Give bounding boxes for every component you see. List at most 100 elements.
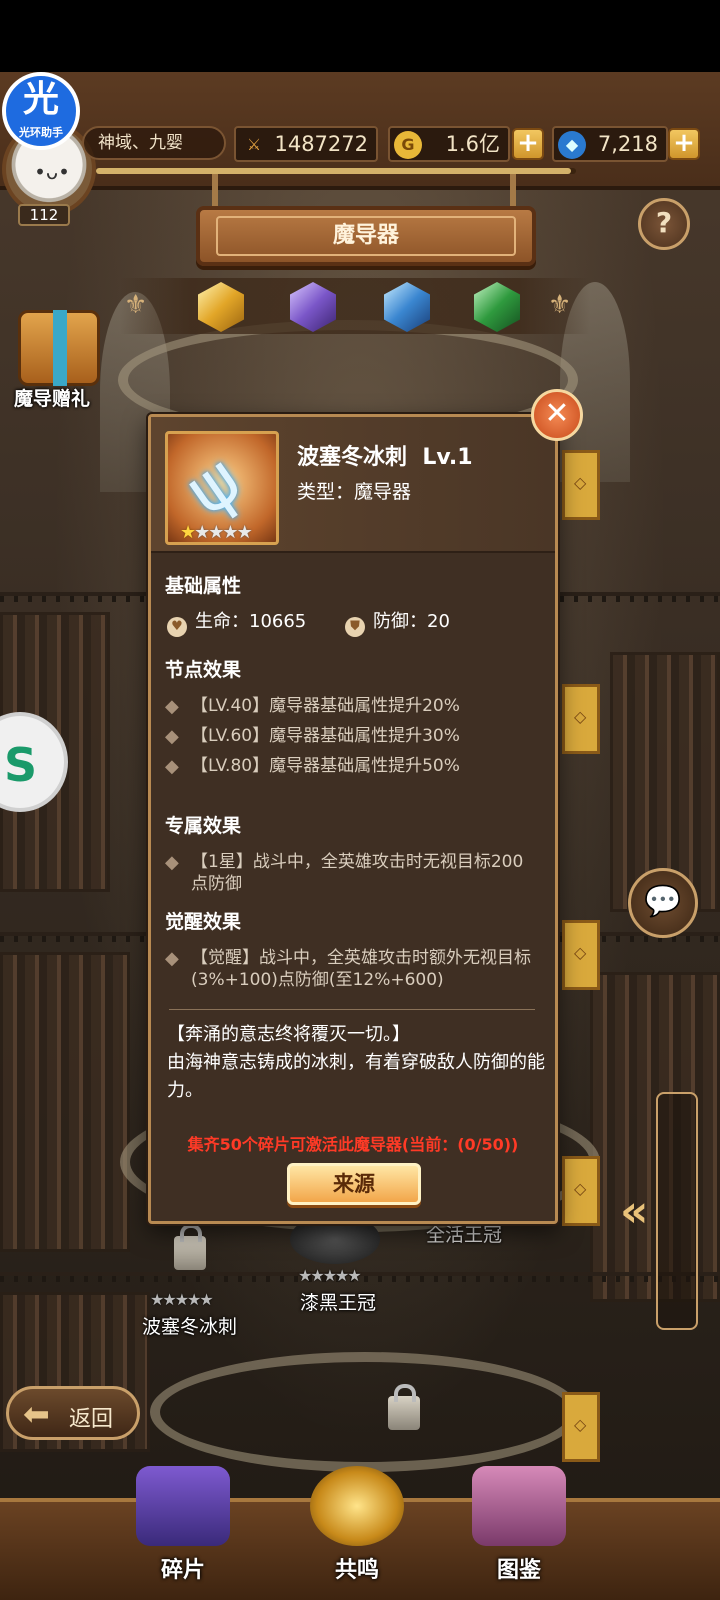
helper-app-icon[interactable]: 光 光环助手 xyxy=(2,72,80,150)
nav-codex[interactable]: 图鉴 xyxy=(454,1456,584,1600)
item-level: Lv.1 xyxy=(422,445,473,470)
section-exclusive-title: 专属效果 xyxy=(165,815,242,837)
item-title: 波塞冬冰刺 Lv.1 xyxy=(297,439,473,471)
back-button[interactable]: ⬅ 返回 xyxy=(6,1386,140,1440)
lock-icon xyxy=(388,1384,420,1430)
node-effect: ◆ 【LV.60】魔导器基础属性提升30% xyxy=(165,725,545,747)
banner xyxy=(562,1392,600,1462)
railing xyxy=(0,1272,720,1282)
stat-hp: ♥ 生命：10665 xyxy=(167,607,306,637)
plaque-rope xyxy=(510,174,516,210)
item-stars: ★★★★★ xyxy=(150,1290,214,1309)
heart-icon: ♥ xyxy=(167,617,187,637)
modal-header: ψ ★★★★★ 波塞冬冰刺 Lv.1 类型：魔导器 xyxy=(151,417,555,553)
star-empty-icon: ★ xyxy=(194,522,210,543)
exclusive-effect: ◆ 【1星】战斗中，全英雄攻击时无视目标200点防御 xyxy=(165,851,535,895)
item-type: 类型：魔导器 xyxy=(297,481,412,503)
awaken-effect: ◆ 【觉醒】战斗中，全英雄攻击时额外无视目标(3%+100)点防御(至12%+60… xyxy=(165,947,555,991)
back-arrow-icon: ⬅ xyxy=(23,1395,50,1433)
item-name: 波塞冬冰刺 xyxy=(297,445,408,470)
banner xyxy=(562,1156,600,1226)
section-base-title: 基础属性 xyxy=(165,575,242,597)
item-portrait: ψ ★★★★★ xyxy=(165,431,279,545)
node-effect-text: 【LV.40】魔导器基础属性提升20% xyxy=(191,696,460,716)
power-value: 1487272 xyxy=(274,132,368,156)
gold-value: 1.6亿 xyxy=(445,132,500,156)
helper-label: 光环助手 xyxy=(19,126,63,139)
node-effect: ◆ 【LV.40】魔导器基础属性提升20% xyxy=(165,695,545,717)
item-label-crown[interactable]: 全活王冠 xyxy=(426,1220,502,1247)
exp-progress xyxy=(96,168,576,174)
exp-progress-fill xyxy=(96,168,572,174)
nav-fragments-label: 碎片 xyxy=(160,1558,205,1583)
power-display: ⚔ 1487272 xyxy=(234,126,378,162)
help-button[interactable]: ? xyxy=(638,198,690,250)
gem-value: 7,218 xyxy=(597,132,658,156)
banner xyxy=(562,920,600,990)
diamond-bullet-icon: ◆ xyxy=(165,726,179,747)
golden-orb-icon xyxy=(310,1466,404,1546)
lock-icon xyxy=(174,1224,206,1270)
shield-icon: ⛊ xyxy=(345,617,365,637)
page-title-plaque: 魔导器 xyxy=(196,206,536,266)
gift-label[interactable]: 魔导赠礼 xyxy=(14,384,90,411)
bookshelf xyxy=(0,952,130,1252)
banner xyxy=(562,450,600,520)
divider xyxy=(169,1009,535,1010)
fleur-right-icon: ⚜ xyxy=(548,290,572,320)
item-label-poseidon[interactable]: 波塞冬冰刺 xyxy=(142,1312,237,1339)
star-empty-icon: ★ xyxy=(236,522,253,543)
crossed-swords-icon: ⚔ xyxy=(246,135,262,154)
node-effect-text: 【LV.80】魔导器基础属性提升50% xyxy=(191,756,460,776)
avatar-face-icon: •ᴗ• xyxy=(34,160,70,184)
book-icon xyxy=(472,1466,566,1546)
server-name: 神域、九婴 xyxy=(82,126,226,160)
star-empty-icon: ★ xyxy=(222,522,238,543)
star-empty-icon: ★ xyxy=(208,522,224,543)
nav-resonance-label: 共鸣 xyxy=(334,1558,379,1583)
nav-resonance[interactable]: 共鸣 xyxy=(292,1456,422,1600)
spiral-stair xyxy=(150,1352,580,1472)
lore-title: 【奔涌的意志终将覆灭一切。】 xyxy=(167,1024,410,1045)
trident-icon: ψ xyxy=(170,438,256,532)
diamond-bullet-icon: ◆ xyxy=(165,852,179,873)
nav-codex-label: 图鉴 xyxy=(496,1558,541,1583)
item-star-rating: ★★★★★ xyxy=(180,522,253,543)
section-awaken-title: 觉醒效果 xyxy=(165,911,242,933)
lore-body: 由海神意志铸成的冰刺，有着穿破敌人防御的能力。 xyxy=(167,1052,545,1101)
chest-icon xyxy=(136,1466,230,1546)
blue-crystal-icon: ◆ xyxy=(558,131,586,159)
source-button[interactable]: 来源 xyxy=(287,1163,421,1205)
chat-button[interactable]: 💬 xyxy=(628,868,698,938)
diamond-bullet-icon: ◆ xyxy=(165,756,179,777)
player-level: 112 xyxy=(18,204,70,226)
collapse-arrow-icon[interactable]: « xyxy=(620,1186,648,1237)
node-effect: ◆ 【LV.80】魔导器基础属性提升50% xyxy=(165,755,545,777)
add-gold-button[interactable]: + xyxy=(512,128,544,160)
plaque-rope xyxy=(212,174,218,210)
item-label-black-crown[interactable]: 漆黑王冠 xyxy=(300,1288,376,1315)
page-title: 魔导器 xyxy=(216,216,516,256)
item-stars: ★★★★★ xyxy=(298,1266,362,1285)
stat-def: ⛊ 防御：20 xyxy=(345,607,450,637)
gem-display: ◆ 7,218 xyxy=(552,126,668,162)
stat-def-value: 防御：20 xyxy=(373,611,450,632)
star-filled-icon: ★ xyxy=(180,522,196,543)
banner xyxy=(562,684,600,754)
gift-chest-icon[interactable] xyxy=(18,310,100,386)
bookshelf xyxy=(590,972,720,1302)
helper-glyph: 光 xyxy=(22,79,59,120)
stat-hp-value: 生命：10665 xyxy=(195,611,307,632)
back-label: 返回 xyxy=(69,1407,114,1432)
exclusive-effect-text: 【1星】战斗中，全英雄攻击时无视目标200点防御 xyxy=(191,852,524,894)
item-detail-modal: ψ ★★★★★ 波塞冬冰刺 Lv.1 类型：魔导器 ✕ 基础属性 ♥ 生命：106… xyxy=(148,389,583,1224)
diamond-bullet-icon: ◆ xyxy=(165,696,179,717)
diamond-bullet-icon: ◆ xyxy=(165,948,179,969)
gold-coin-icon: G xyxy=(394,131,422,159)
side-scroll-panel[interactable] xyxy=(656,1092,698,1330)
section-node-title: 节点效果 xyxy=(165,659,242,681)
close-button[interactable]: ✕ xyxy=(531,389,583,441)
add-gem-button[interactable]: + xyxy=(668,128,700,160)
nav-fragments[interactable]: 碎片 xyxy=(118,1456,248,1600)
awaken-effect-text: 【觉醒】战斗中，全英雄攻击时额外无视目标(3%+100)点防御(至12%+600… xyxy=(191,948,531,990)
